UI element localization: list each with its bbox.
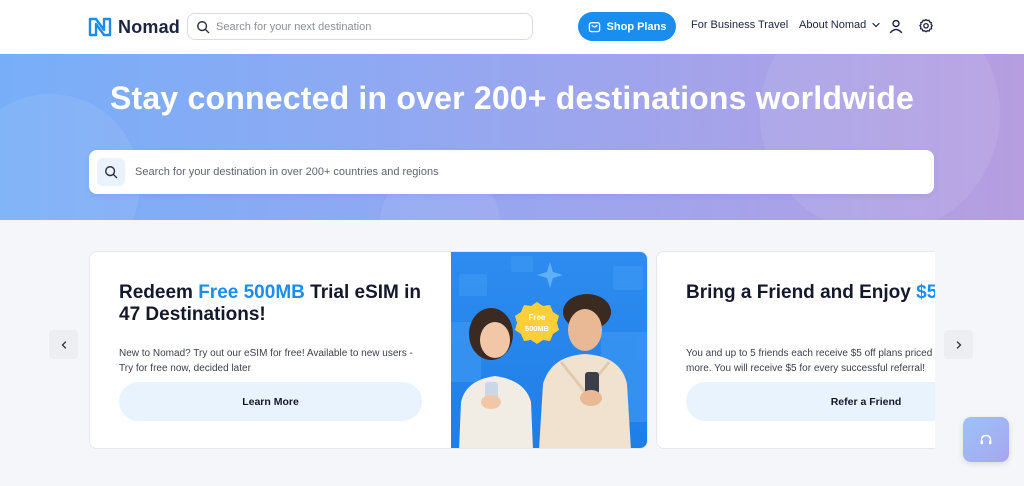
promo-photo: Free 500MB [451, 252, 647, 448]
description-line: more. You will receive $5 for every succ… [686, 363, 925, 374]
title-text: Trial eSIM in [304, 282, 422, 303]
promo-carousel: Redeem Free 500MB Trial eSIM in 47 Desti… [89, 251, 935, 449]
title-highlight: Free 500MB [198, 282, 305, 303]
hero-decoration [760, 54, 1000, 220]
nav-about-label: About Nomad [799, 19, 867, 31]
nav-travel[interactable]: Travel [758, 19, 788, 31]
destination-search[interactable] [89, 150, 934, 194]
gear-icon[interactable] [918, 18, 934, 34]
top-header: Nomad Shop Plans For Business Travel Abo… [0, 0, 1024, 54]
shop-plans-label: Shop Plans [606, 20, 667, 33]
header-search-input[interactable] [216, 20, 516, 33]
destination-search-icon-box [97, 158, 125, 186]
nav-about-nomad[interactable]: About Nomad [799, 19, 880, 31]
promo-card-description: You and up to 5 friends each receive $5 … [686, 346, 935, 376]
refer-a-friend-button[interactable]: Refer a Friend [686, 382, 935, 421]
header-search[interactable] [187, 13, 533, 40]
title-text: Bring a Friend and Enjoy [686, 282, 917, 303]
title-highlight: $5 [916, 282, 935, 303]
headset-icon [980, 434, 992, 444]
chevron-right-icon [956, 340, 961, 349]
badge-text: Free [529, 313, 546, 322]
learn-more-button[interactable]: Learn More [119, 382, 422, 421]
shop-bag-icon [588, 22, 600, 33]
logo-mark-icon [88, 17, 112, 37]
destination-search-input[interactable] [135, 166, 915, 178]
brand-logo[interactable]: Nomad [88, 14, 180, 40]
promo-card-description: New to Nomad? Try out our eSIM for free!… [119, 348, 413, 374]
title-text: 47 Destinations! [119, 304, 266, 325]
badge-text: 500MB [525, 324, 550, 333]
nav-for-business[interactable]: For Business [691, 19, 755, 31]
carousel-prev-button[interactable] [49, 330, 78, 359]
chevron-down-icon [872, 22, 880, 28]
brand-name: Nomad [118, 16, 181, 37]
shop-plans-button[interactable]: Shop Plans [578, 12, 676, 41]
user-icon[interactable] [888, 18, 904, 34]
search-icon [197, 20, 210, 33]
chevron-left-icon [61, 340, 66, 349]
promo-illustration: Free 500MB [451, 256, 647, 448]
hero-title: Stay connected in over 200+ destinations… [110, 80, 914, 116]
promo-card-title: Redeem Free 500MB Trial eSIM in 47 Desti… [119, 282, 421, 326]
promo-card-referral: Bring a Friend and Enjoy $5 You and up t… [656, 251, 935, 449]
carousel-next-button[interactable] [944, 330, 973, 359]
title-text: Redeem [119, 282, 199, 303]
promo-card-free-trial: Redeem Free 500MB Trial eSIM in 47 Desti… [89, 251, 648, 449]
promo-card-title: Bring a Friend and Enjoy $5 [686, 282, 935, 304]
support-chat-button[interactable] [963, 417, 1009, 462]
hero-banner: Stay connected in over 200+ destinations… [0, 54, 1024, 220]
description-line: You and up to 5 friends each receive $5 … [686, 348, 935, 359]
search-icon [105, 166, 118, 179]
